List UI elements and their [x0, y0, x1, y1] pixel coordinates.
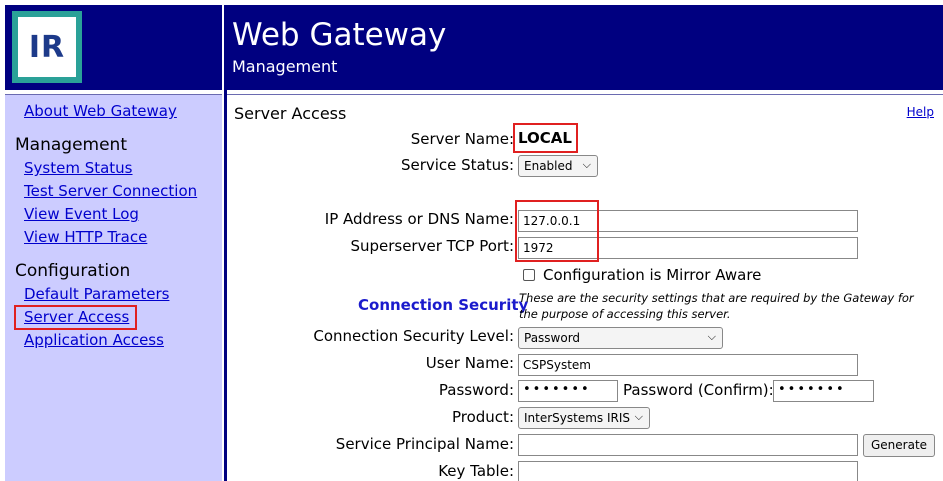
service-status-selected: Enabled — [524, 159, 573, 173]
password-confirm-label: Password (Confirm): — [623, 381, 774, 399]
sidebar-item-system-status[interactable]: System Status — [24, 159, 133, 177]
ip-address-input[interactable]: 127.0.0.1 — [518, 210, 858, 232]
server-name-label: Server Name: — [410, 130, 514, 148]
key-table-label: Key Table: — [438, 462, 514, 480]
sidebar-item-test-server-connection[interactable]: Test Server Connection — [24, 182, 197, 200]
user-name-label: User Name: — [425, 354, 514, 372]
spn-label: Service Principal Name: — [335, 435, 514, 453]
connection-security-note: These are the security settings that are… — [519, 291, 914, 321]
connection-security-heading: Connection Security — [358, 296, 529, 314]
password-label: Password: — [438, 381, 514, 399]
app-title: Web Gateway — [232, 17, 447, 53]
superserver-port-label: Superserver TCP Port: — [350, 237, 514, 255]
chevron-down-icon: ⌵ — [634, 410, 643, 423]
security-level-label: Connection Security Level: — [313, 327, 514, 345]
logo-text: IR — [18, 17, 76, 77]
spn-input[interactable] — [518, 434, 858, 456]
ip-address-label: IP Address or DNS Name: — [324, 210, 514, 228]
intersystems-logo: IR — [12, 11, 82, 83]
product-selected: InterSystems IRIS — [524, 411, 631, 425]
sidebar-section-management: Management — [15, 135, 127, 155]
main-panel: Server Access Help Server Name: LOCAL Se… — [227, 94, 943, 481]
sidebar-nav: About Web Gateway Management System Stat… — [5, 94, 222, 481]
product-label: Product: — [451, 408, 514, 426]
sidebar-item-about[interactable]: About Web Gateway — [24, 102, 177, 120]
sidebar-item-server-access[interactable]: Server Access — [24, 308, 129, 326]
password-confirm-input[interactable]: ••••••• — [773, 380, 874, 402]
sidebar-item-default-parameters[interactable]: Default Parameters — [24, 285, 169, 303]
password-input[interactable]: ••••••• — [518, 380, 618, 402]
mirror-aware-label: Configuration is Mirror Aware — [543, 266, 762, 284]
superserver-port-input[interactable]: 1972 — [518, 237, 858, 259]
logo-panel: IR — [5, 5, 222, 90]
web-gateway-page: IR Web Gateway Management About Web Gate… — [0, 0, 943, 481]
server-name-value: LOCAL — [518, 129, 572, 147]
security-level-selected: Password — [524, 331, 581, 345]
user-name-input[interactable]: CSPSystem — [518, 354, 858, 376]
service-status-label: Service Status: — [400, 156, 514, 174]
sidebar-section-configuration: Configuration — [15, 261, 131, 281]
app-subtitle: Management — [232, 57, 338, 76]
chevron-down-icon: ⌵ — [707, 330, 716, 343]
help-link[interactable]: Help — [907, 105, 934, 119]
security-level-select[interactable]: Password ⌵ — [518, 327, 723, 349]
mirror-aware-checkbox[interactable] — [523, 269, 535, 281]
product-select[interactable]: InterSystems IRIS ⌵ — [518, 407, 650, 429]
sidebar-item-view-event-log[interactable]: View Event Log — [24, 205, 139, 223]
page-title: Server Access — [234, 104, 347, 123]
generate-button[interactable]: Generate — [863, 434, 936, 457]
service-status-select[interactable]: Enabled ⌵ — [518, 155, 598, 177]
sidebar-item-view-http-trace[interactable]: View HTTP Trace — [24, 228, 147, 246]
key-table-input[interactable] — [518, 461, 858, 481]
sidebar-item-application-access[interactable]: Application Access — [24, 331, 164, 349]
header-banner: Web Gateway Management — [227, 5, 943, 90]
chevron-down-icon: ⌵ — [582, 158, 591, 171]
